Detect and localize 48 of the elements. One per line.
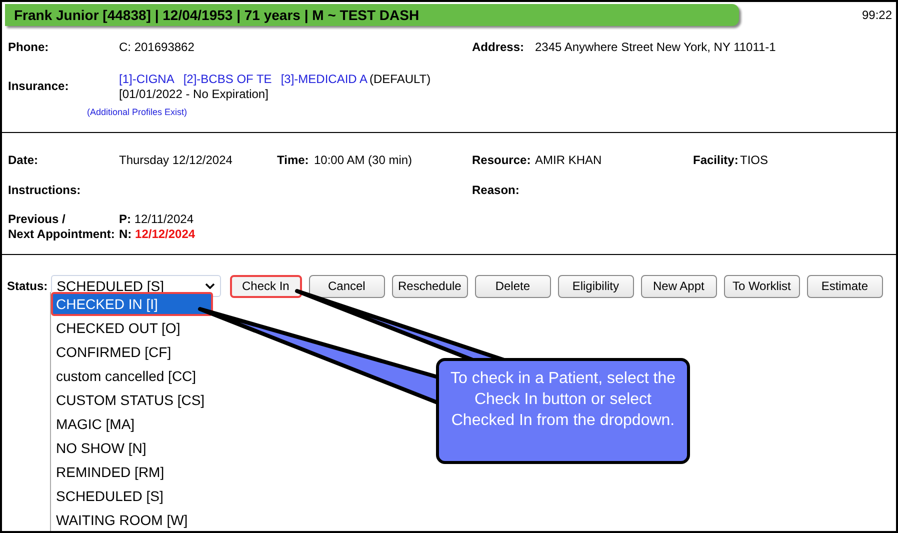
field-label: Next Appointment: (8, 227, 116, 242)
previous-appointment: P: 12/11/2024 (119, 212, 195, 227)
field-label: Address: (472, 40, 526, 54)
dropdown-option[interactable]: CONFIRMED [CF] (51, 340, 213, 364)
field-label: Reason: (472, 183, 520, 197)
action-button[interactable]: To Worklist (724, 274, 800, 298)
dropdown-option[interactable]: CHECKED IN [I] (51, 292, 213, 316)
field-label: Date: (8, 153, 40, 167)
field-value: AMIR KHAN (535, 153, 603, 167)
dropdown-option[interactable]: REMINDED [RM] (51, 460, 213, 484)
dropdown-option[interactable]: CUSTOM STATUS [CS] (51, 388, 213, 412)
field-label: Time: (277, 153, 310, 167)
field-label: Status: (7, 279, 48, 293)
callout: To check in a Patient, select the Check In button or select Checked In from the dropdown. (436, 358, 690, 464)
dropdown-option[interactable]: custom cancelled [CC] (51, 364, 213, 388)
session-timer: 99:22 (862, 8, 892, 22)
field-label: Previous / (8, 212, 66, 227)
action-button[interactable]: Reschedule (392, 274, 468, 298)
field-value: TIOS (740, 153, 770, 167)
field-value: 10:00 AM (30 min) (314, 153, 414, 167)
field-label: Phone: (8, 40, 50, 54)
dropdown-option[interactable]: MAGIC [MA] (51, 412, 213, 436)
action-button[interactable]: Check In (230, 274, 302, 298)
field-value: Thursday 12/12/2024 (119, 153, 234, 167)
field-value: C: 201693862 (119, 40, 196, 54)
additional-profiles-link[interactable]: (Additional Profiles Exist) (87, 107, 188, 117)
insurance-link[interactable]: [2]-BCBS OF TE (183, 72, 272, 87)
next-appointment: N: 12/12/2024 (119, 227, 196, 242)
field-value: 2345 Anywhere Street New York, NY 11011-1 (535, 40, 777, 54)
field-label: Resource: (472, 153, 532, 167)
action-button[interactable]: Delete (474, 274, 551, 298)
coverage-text: [01/01/2022 - No Expiration] (119, 87, 270, 102)
insurance-link[interactable]: [1]-CIGNA (119, 72, 174, 87)
default-note: (DEFAULT) (368, 72, 431, 87)
dropdown-option[interactable]: SCHEDULED [S] (51, 484, 213, 508)
field-label: Instructions: (8, 183, 82, 197)
action-button[interactable]: Cancel (308, 274, 385, 298)
dropdown-option[interactable]: NO SHOW [N] (51, 436, 213, 460)
chevron-icon (204, 283, 215, 289)
dropdown-option[interactable]: WAITING ROOM [W] (51, 508, 213, 531)
dropdown-option[interactable]: CHECKED OUT [O] (51, 316, 213, 340)
action-button[interactable]: New Appt (640, 274, 717, 298)
patient-title-bar: Frank Junior [44838] | 12/04/1953 | 71 years | M ~ TEST DASH (5, 4, 739, 26)
insurance-link[interactable]: [3]-MEDICAID A (280, 72, 368, 87)
action-button[interactable]: Eligibility (558, 274, 634, 298)
action-button[interactable]: Estimate (806, 274, 883, 298)
field-label: Facility: (693, 153, 740, 167)
field-label: Insurance: (8, 79, 70, 93)
